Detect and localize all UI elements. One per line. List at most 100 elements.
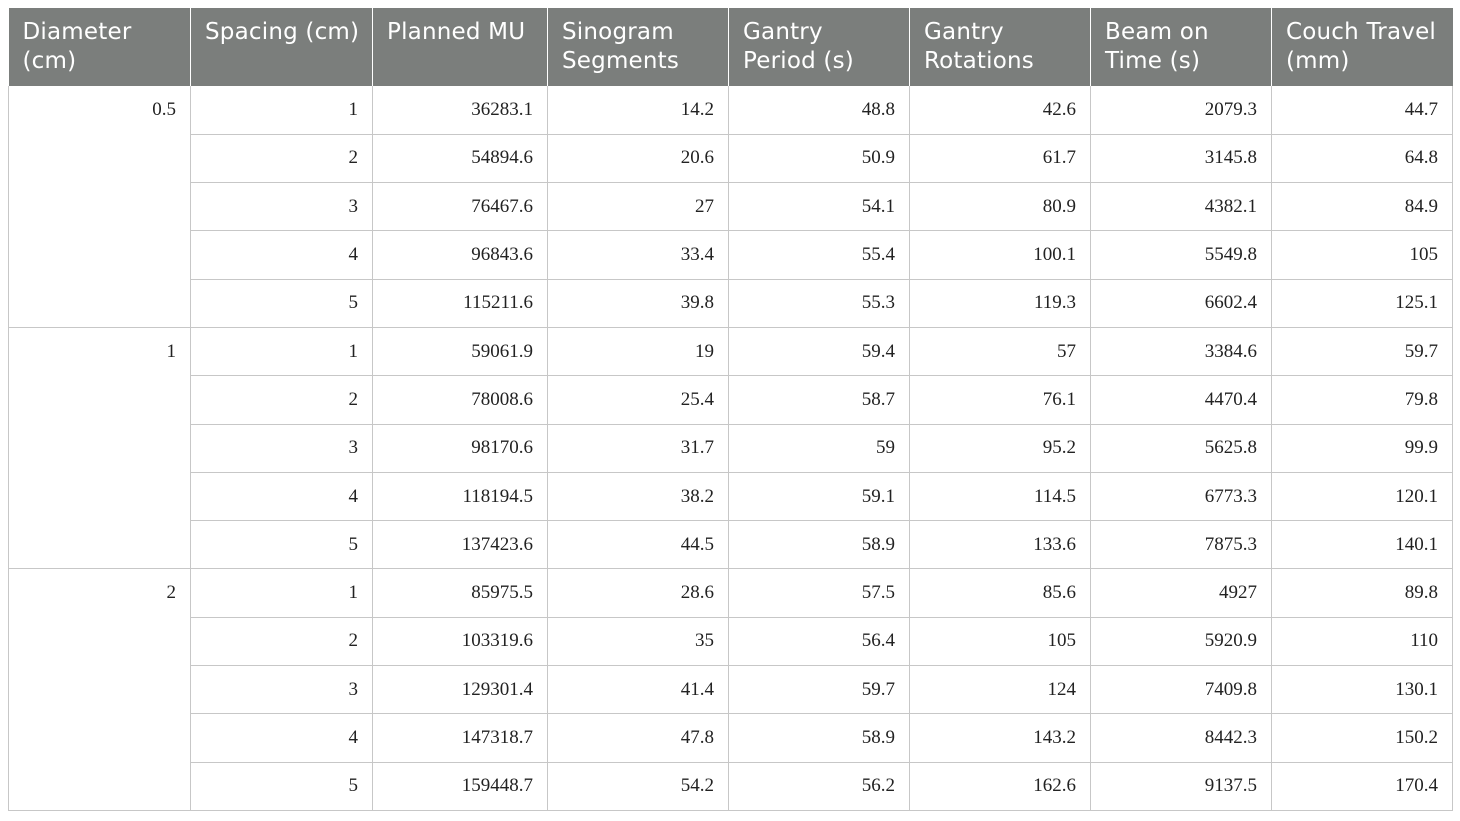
cell-spacing: 3 (190, 424, 373, 473)
cell-sinogram-segments: 20.6 (547, 134, 729, 184)
cell-spacing: 5 (190, 762, 373, 811)
cell-spacing: 4 (190, 472, 373, 522)
cell-beam-on-time: 6602.4 (1090, 279, 1272, 328)
cell-sinogram-segments: 47.8 (547, 713, 729, 763)
cell-beam-on-time: 7875.3 (1090, 520, 1272, 570)
cell-gantry-period: 59.1 (728, 472, 910, 522)
cell-sinogram-segments: 28.6 (547, 568, 729, 618)
header-gantry-period: Gantry Period (s) (728, 8, 910, 86)
cell-sinogram-segments: 39.8 (547, 279, 729, 328)
cell-planned-mu: 96843.6 (372, 230, 548, 280)
cell-gantry-period: 55.4 (728, 230, 910, 280)
cell-gantry-rotations: 76.1 (909, 375, 1091, 425)
cell-spacing: 2 (190, 617, 373, 667)
header-beam-on-time: Beam on Time (s) (1090, 8, 1272, 86)
cell-gantry-rotations: 162.6 (909, 762, 1091, 811)
table-row: 3 98170.6 31.7 59 95.2 5625.8 99.9 (9, 424, 1453, 473)
cell-gantry-period: 48.8 (728, 86, 910, 135)
cell-diameter: 2 (8, 568, 191, 811)
table-row: 5 115211.6 39.8 55.3 119.3 6602.4 125.1 (9, 279, 1453, 328)
header-gantry-rotations: Gantry Rotations (909, 8, 1091, 86)
cell-gantry-period: 59.4 (728, 327, 910, 377)
cell-couch-travel: 84.9 (1271, 182, 1453, 232)
cell-gantry-period: 50.9 (728, 134, 910, 184)
cell-sinogram-segments: 27 (547, 182, 729, 232)
table-row: 0.5 1 36283.1 14.2 48.8 42.6 2079.3 44.7 (8, 86, 1453, 328)
cell-gantry-period: 56.2 (728, 762, 910, 811)
cell-couch-travel: 99.9 (1271, 424, 1453, 473)
cell-couch-travel: 64.8 (1271, 134, 1453, 184)
cell-gantry-period: 54.1 (728, 182, 910, 232)
cell-couch-travel: 125.1 (1271, 279, 1453, 328)
results-table: Diameter (cm) Spacing (cm) Planned MU Si… (8, 8, 1453, 811)
header-couch-travel: Couch Travel (mm) (1271, 8, 1453, 86)
cell-beam-on-time: 6773.3 (1090, 472, 1272, 522)
cell-gantry-period: 56.4 (728, 617, 910, 667)
cell-gantry-rotations: 133.6 (909, 520, 1091, 570)
cell-spacing: 3 (190, 665, 373, 715)
cell-gantry-period: 57.5 (728, 568, 910, 618)
cell-planned-mu: 59061.9 (372, 327, 548, 377)
cell-gantry-rotations: 124 (909, 665, 1091, 715)
cell-gantry-period: 58.7 (728, 375, 910, 425)
cell-couch-travel: 44.7 (1271, 86, 1453, 135)
cell-beam-on-time: 4470.4 (1090, 375, 1272, 425)
cell-beam-on-time: 9137.5 (1090, 762, 1272, 811)
cell-spacing: 4 (190, 713, 373, 763)
cell-couch-travel: 59.7 (1271, 327, 1453, 377)
cell-gantry-period: 55.3 (728, 279, 910, 328)
cell-gantry-rotations: 61.7 (909, 134, 1091, 184)
cell-planned-mu: 147318.7 (372, 713, 548, 763)
cell-sinogram-segments: 31.7 (547, 424, 729, 473)
cell-diameter: 1 (8, 327, 191, 570)
cell-sinogram-segments: 54.2 (547, 762, 729, 811)
cell-sinogram-segments: 41.4 (547, 665, 729, 715)
cell-spacing: 3 (190, 182, 373, 232)
cell-planned-mu: 98170.6 (372, 424, 548, 473)
cell-planned-mu: 36283.1 (372, 86, 548, 135)
cell-gantry-rotations: 85.6 (909, 568, 1091, 618)
cell-planned-mu: 54894.6 (372, 134, 548, 184)
cell-couch-travel: 120.1 (1271, 472, 1453, 522)
cell-couch-travel: 150.2 (1271, 713, 1453, 763)
cell-sinogram-segments: 38.2 (547, 472, 729, 522)
table-row: 2 103319.6 35 56.4 105 5920.9 110 (9, 617, 1453, 667)
cell-couch-travel: 110 (1271, 617, 1453, 667)
cell-couch-travel: 105 (1271, 230, 1453, 280)
cell-gantry-rotations: 42.6 (909, 86, 1091, 135)
cell-gantry-period: 58.9 (728, 520, 910, 570)
cell-gantry-rotations: 143.2 (909, 713, 1091, 763)
cell-beam-on-time: 5920.9 (1090, 617, 1272, 667)
cell-spacing: 2 (190, 375, 373, 425)
cell-spacing: 1 (190, 327, 373, 377)
cell-sinogram-segments: 44.5 (547, 520, 729, 570)
table-row: 2 1 85975.5 28.6 57.5 85.6 4927 89.8 (8, 568, 1453, 811)
cell-planned-mu: 118194.5 (372, 472, 548, 522)
table-header: Diameter (cm) Spacing (cm) Planned MU Si… (8, 8, 1453, 86)
cell-beam-on-time: 5625.8 (1090, 424, 1272, 473)
cell-gantry-rotations: 80.9 (909, 182, 1091, 232)
cell-beam-on-time: 5549.8 (1090, 230, 1272, 280)
cell-beam-on-time: 3145.8 (1090, 134, 1272, 184)
cell-couch-travel: 130.1 (1271, 665, 1453, 715)
cell-sinogram-segments: 25.4 (547, 375, 729, 425)
cell-gantry-period: 59.7 (728, 665, 910, 715)
cell-planned-mu: 85975.5 (372, 568, 548, 618)
cell-sinogram-segments: 19 (547, 327, 729, 377)
table-row: 1 1 59061.9 19 59.4 57 3384.6 59.7 (8, 327, 1453, 570)
cell-sinogram-segments: 14.2 (547, 86, 729, 135)
table-row: 4 96843.6 33.4 55.4 100.1 5549.8 105 (9, 230, 1453, 280)
cell-planned-mu: 159448.7 (372, 762, 548, 811)
cell-gantry-rotations: 95.2 (909, 424, 1091, 473)
cell-couch-travel: 140.1 (1271, 520, 1453, 570)
table-row: 2 78008.6 25.4 58.7 76.1 4470.4 79.8 (9, 375, 1453, 425)
cell-planned-mu: 103319.6 (372, 617, 548, 667)
header-sinogram-segments: Sinogram Segments (547, 8, 729, 86)
header-spacing: Spacing (cm) (190, 8, 373, 86)
cell-spacing: 1 (190, 568, 373, 618)
table-row: 2 54894.6 20.6 50.9 61.7 3145.8 64.8 (9, 134, 1453, 184)
cell-beam-on-time: 2079.3 (1090, 86, 1272, 135)
cell-beam-on-time: 3384.6 (1090, 327, 1272, 377)
table-row: 5 137423.6 44.5 58.9 133.6 7875.3 140.1 (9, 520, 1453, 570)
cell-sinogram-segments: 35 (547, 617, 729, 667)
